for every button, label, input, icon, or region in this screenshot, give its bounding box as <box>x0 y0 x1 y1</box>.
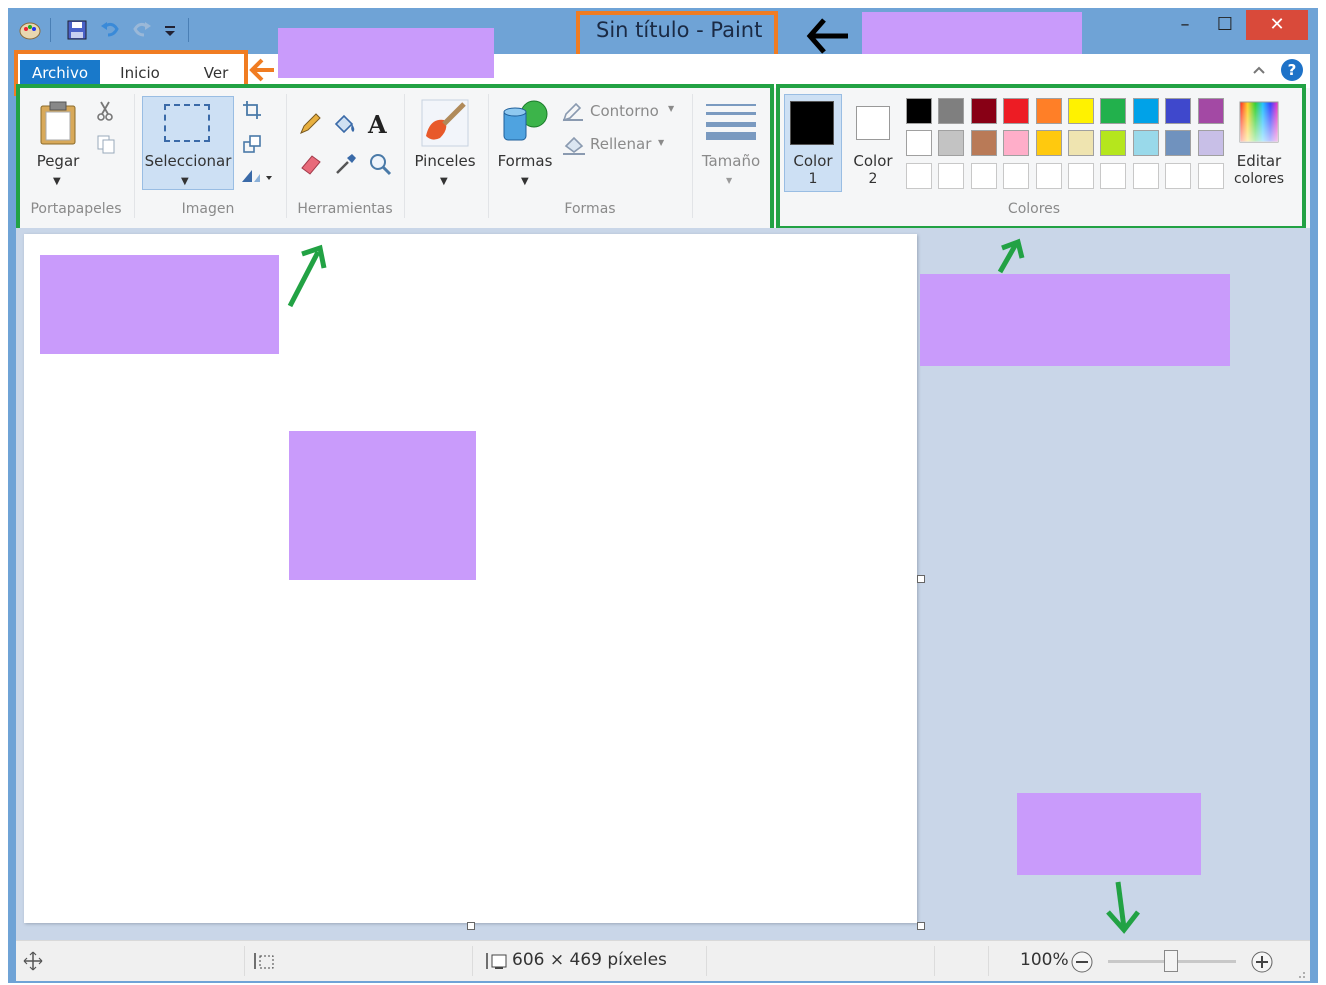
zoom-level: 100% <box>1020 950 1069 970</box>
undo-icon[interactable] <box>98 17 122 41</box>
callout-placeholder <box>278 28 494 78</box>
qat-divider <box>188 18 189 42</box>
selection-size-icon <box>252 950 276 972</box>
qat-divider <box>50 18 51 42</box>
status-separator <box>988 946 989 976</box>
callout-placeholder <box>862 12 1082 58</box>
resize-grip-icon[interactable] <box>1294 964 1306 978</box>
help-icon[interactable]: ? <box>1280 58 1304 82</box>
callout-placeholder <box>40 255 279 354</box>
arrow-up-icon <box>990 236 1030 276</box>
svg-text:?: ? <box>1288 61 1297 79</box>
zoom-slider-thumb[interactable] <box>1164 950 1178 972</box>
arrow-left-icon <box>804 14 852 56</box>
zoom-out-icon[interactable] <box>1070 950 1094 974</box>
status-separator <box>934 946 935 976</box>
redo-icon[interactable] <box>130 17 154 41</box>
status-separator <box>706 946 707 976</box>
save-icon[interactable] <box>66 19 88 41</box>
arrow-down-icon <box>1100 878 1144 936</box>
status-separator <box>472 946 473 976</box>
resize-handle-corner[interactable] <box>917 922 925 930</box>
status-separator <box>244 946 245 976</box>
zoom-in-icon[interactable] <box>1250 950 1274 974</box>
close-button[interactable]: ✕ <box>1246 10 1308 40</box>
chevron-down-icon[interactable] <box>162 20 178 40</box>
arrow-up-right-icon <box>284 242 334 310</box>
cursor-position-icon <box>22 950 44 972</box>
canvas-dimensions: 606 × 469 píxeles <box>512 950 667 970</box>
tools-highlight-box <box>16 84 774 236</box>
callout-placeholder <box>289 431 476 580</box>
maximize-button[interactable]: ☐ <box>1206 10 1244 40</box>
canvas-size-icon <box>484 950 508 972</box>
collapse-ribbon-icon[interactable] <box>1250 60 1268 80</box>
title-highlight-box <box>576 11 778 59</box>
resize-handle-right[interactable] <box>917 575 925 583</box>
minimize-button[interactable]: – <box>1166 10 1204 40</box>
resize-handle-bottom[interactable] <box>467 922 475 930</box>
callout-placeholder <box>1017 793 1201 875</box>
callout-placeholder <box>920 274 1230 366</box>
paint-palette-icon[interactable] <box>18 18 42 42</box>
arrow-left-icon <box>248 56 278 84</box>
colors-highlight-box <box>776 84 1306 230</box>
